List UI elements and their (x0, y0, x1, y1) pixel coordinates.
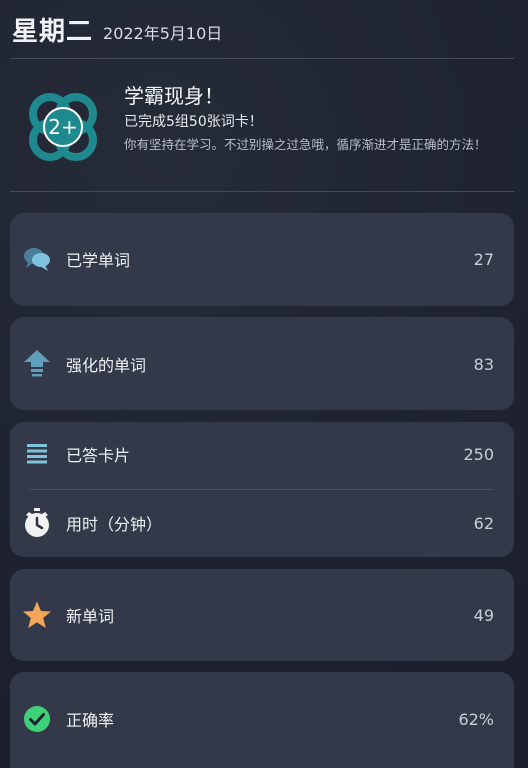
achievement-subtitle: 已完成5组50张词卡！ (124, 114, 263, 130)
stat-label: 强化的单词 (66, 356, 147, 375)
stat-value: 250 (463, 444, 494, 464)
stat-label: 正确率 (66, 711, 115, 730)
achievement-title: 学霸现身！ (124, 84, 224, 108)
stat-value: 62 (473, 513, 494, 533)
stat-value: 83 (473, 354, 494, 374)
stat-row-learned[interactable]: 已学单词 27 (10, 229, 514, 289)
stat-card-reinforced[interactable]: 强化的单词 83 (10, 317, 514, 410)
chat-bubbles-icon (22, 244, 52, 274)
check-circle-icon (22, 704, 52, 734)
stat-label: 新单词 (66, 607, 115, 626)
stat-value: 27 (473, 249, 494, 269)
stat-card-accuracy[interactable]: 正确率 62% (10, 672, 514, 768)
badge-text: 2+ (48, 115, 77, 139)
divider (30, 489, 494, 490)
header: 星期二 2022年5月10日 (12, 8, 222, 48)
stat-value: 49 (473, 605, 494, 625)
stat-label: 已答卡片 (66, 446, 131, 465)
stat-label: 已学单词 (66, 251, 131, 270)
badge-icon: 2+ (28, 92, 98, 162)
divider (10, 58, 514, 59)
stat-row-answered[interactable]: 已答卡片 250 (10, 424, 514, 484)
stopwatch-icon (22, 508, 52, 538)
stat-row-reinforced[interactable]: 强化的单词 83 (10, 334, 514, 394)
achievement-panel: 2+ 学霸现身！ 已完成5组50张词卡！ 你有坚持在学习。不过别操之过急哦，循序… (0, 60, 528, 190)
date: 2022年5月10日 (103, 24, 223, 43)
stat-card-learned[interactable]: 已学单词 27 (10, 213, 514, 306)
stat-row-new-words[interactable]: 新单词 49 (10, 585, 514, 645)
stat-row-accuracy[interactable]: 正确率 62% (10, 689, 514, 749)
divider (10, 191, 514, 192)
list-icon (22, 439, 52, 469)
arrow-up-icon (22, 349, 52, 379)
stat-card-cards-time[interactable]: 已答卡片 250 用时（分钟） 62 (10, 422, 514, 557)
stat-row-time[interactable]: 用时（分钟） 62 (10, 493, 514, 553)
weekday: 星期二 (12, 17, 94, 47)
star-icon (22, 600, 52, 630)
stat-card-new-words[interactable]: 新单词 49 (10, 569, 514, 661)
stat-label: 用时（分钟） (66, 515, 163, 534)
achievement-description: 你有坚持在学习。不过别操之过急哦，循序渐进才是正确的方法！ (124, 137, 487, 152)
stat-value: 62% (458, 709, 494, 729)
